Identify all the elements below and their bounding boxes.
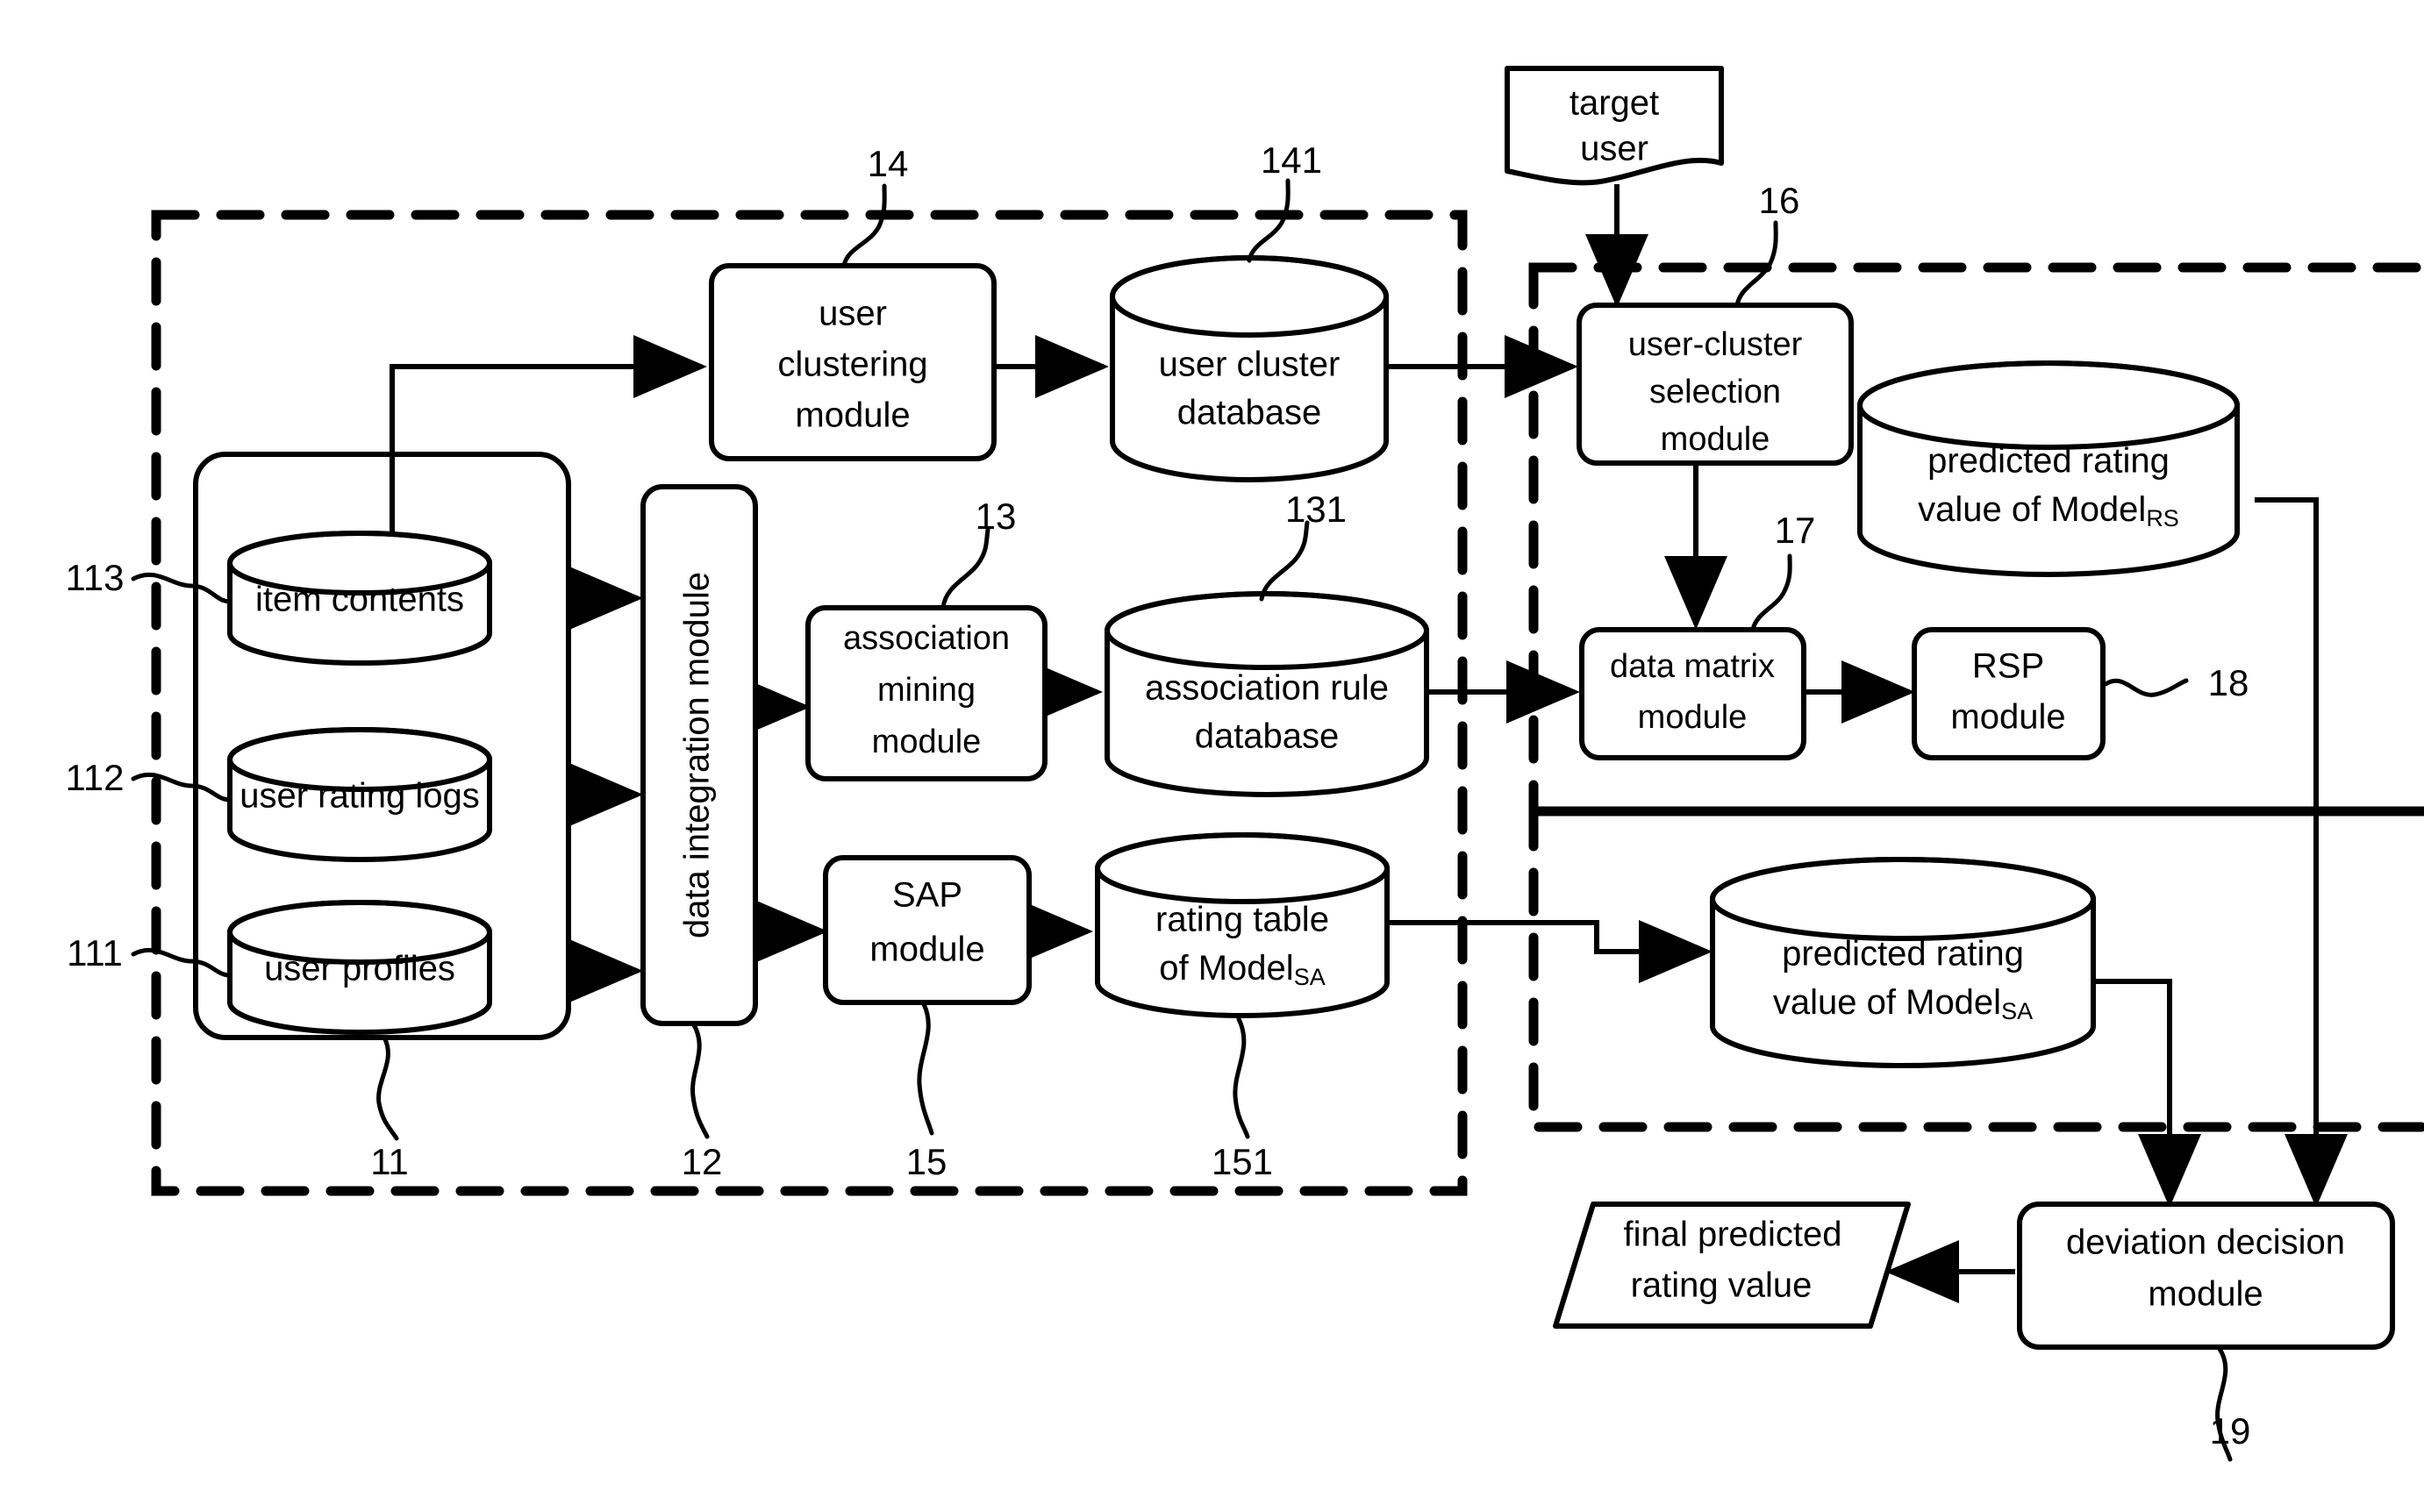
refnum-141: 141 [1261,139,1322,181]
deviation-decision-module-label-line1: deviation decision [2066,1223,2345,1262]
node-user-profiles[interactable]: user profiles [227,900,492,1035]
user-cluster-database-label-line1: user cluster [1159,346,1341,384]
target-user-label-line2: user [1580,130,1648,168]
user-cluster-selection-module-label-line2: selection [1649,374,1781,410]
node-association-mining-module[interactable]: association mining module [805,605,1048,781]
node-user-cluster-selection-module[interactable]: user-cluster selection module [1577,303,1854,466]
refnum-14: 14 [868,143,909,184]
user-clustering-module-label-line1: user [819,295,887,333]
target-user-label-line1: target [1570,84,1659,123]
data-matrix-module-label-line1: data matrix [1610,648,1775,685]
refnum-112: 112 [66,757,125,798]
connector-ratingtable-to-predicted-sa [1386,920,1713,983]
node-rating-table-model-sa[interactable]: rating table of ModelSA [1095,832,1390,1018]
predicted-rating-model-rs-label-line2-pre: value of Model [1918,490,2146,529]
predicted-rating-model-rs-label-line2-sub: RS [2146,505,2179,531]
predicted-rating-model-rs-label-line2: value of ModelRS [1918,490,2179,532]
predicted-rating-model-sa-label-line2: value of ModelSA [1773,983,2033,1025]
connector-predicted-rs-to-deviation [2255,497,2348,1208]
leader-131 [1259,520,1310,602]
sap-module-label-line2: module [869,931,984,969]
predicted-rating-model-sa-label-line2-sub: SA [2001,998,2033,1024]
user-clustering-module-label-line3: module [795,396,910,435]
leader-141 [1247,178,1291,263]
leader-17 [1750,553,1792,632]
data-matrix-module-label-line2: module [1638,699,1748,736]
node-predicted-rating-model-sa[interactable]: predicted rating value of ModelSA [1710,857,2096,1068]
user-cluster-selection-module-label-line1: user-cluster [1628,326,1803,363]
node-rsp-module[interactable]: RSP module [1912,627,2106,760]
user-profiles-label: user profiles [264,950,455,988]
node-association-rule-database[interactable]: association rule database [1105,591,1429,797]
rsp-module-label-line2: module [1950,698,2065,737]
association-rule-database-label-line2: database [1195,717,1340,756]
leader-111 [131,947,232,978]
connector-predicted-sa-to-deviation [2095,979,2201,1208]
user-rating-logs-label: user rating logs [240,777,479,816]
rating-table-model-sa-label-line2-pre: of Model [1159,949,1293,988]
final-predicted-rating-value-label-line1: final predicted [1623,1216,1841,1254]
leader-13 [940,527,990,610]
sap-module-label-line1: SAP [892,876,962,915]
data-integration-module-label: data integration module [678,572,717,938]
leader-11 [376,1035,399,1141]
refnum-13: 13 [976,496,1017,537]
leader-113 [131,572,232,604]
refnum-131: 131 [1285,489,1347,530]
node-user-rating-logs[interactable]: user rating logs [227,727,492,862]
user-cluster-database-label-line2: database [1177,394,1322,432]
node-deviation-decision-module[interactable]: deviation decision module [2017,1202,2395,1350]
refnum-151: 151 [1212,1141,1273,1182]
refnum-17: 17 [1775,510,1816,551]
refnum-18: 18 [2208,662,2249,703]
association-mining-module-label-line3: module [872,724,982,760]
node-data-integration-module[interactable]: data integration module [640,484,758,1026]
refnum-11: 11 [370,1141,409,1182]
leader-14 [841,183,887,268]
user-clustering-module-label-line2: clustering [777,346,927,384]
node-data-matrix-module[interactable]: data matrix module [1579,627,1806,760]
rating-table-model-sa-label-line1: rating table [1155,901,1329,939]
node-user-clustering-module[interactable]: user clustering module [709,263,997,461]
rsp-module-label-line1: RSP [1972,647,2044,686]
item-contents-label: item contents [255,581,464,619]
node-predicted-rating-model-rs[interactable]: predicted rating value of ModelRS [1857,360,2240,577]
deviation-decision-module-label-line2: module [2148,1275,2263,1314]
association-mining-module-label-line1: association [843,620,1010,657]
predicted-rating-model-sa-label-line2-pre: value of Model [1773,983,2001,1022]
node-target-user[interactable]: target user [1505,66,1724,186]
refnum-16: 16 [1759,180,1800,221]
node-sap-module[interactable]: SAP module [823,855,1032,1005]
user-cluster-selection-module-label-line3: module [1661,421,1770,458]
leader-12 [690,1021,710,1139]
leader-18 [2103,678,2189,697]
leader-15 [917,1002,934,1136]
refnum-113: 113 [66,557,125,598]
refnum-15: 15 [906,1141,947,1182]
refnum-12: 12 [682,1141,723,1182]
predicted-rating-model-sa-label-line1: predicted rating [1782,935,2024,974]
node-item-contents[interactable]: item contents [227,531,492,666]
leader-151 [1233,1016,1250,1139]
block-diagram-svg: item contents user rating logs user prof… [66,66,2424,1462]
node-final-predicted-rating-value[interactable]: final predicted rating value [1553,1202,1911,1329]
final-predicted-rating-value-label-line2: rating value [1631,1266,1813,1305]
rating-table-model-sa-label-line2-sub: SA [1294,964,1326,990]
diagram-canvas: item contents user rating logs user prof… [0,0,2424,1512]
predicted-rating-model-rs-label-line1: predicted rating [1927,442,2170,481]
association-rule-database-label-line1: association rule [1145,669,1389,708]
leader-112 [131,772,232,802]
node-user-cluster-database[interactable]: user cluster database [1110,255,1389,482]
refnum-19: 19 [2210,1410,2251,1451]
association-mining-module-label-line2: mining [877,672,976,709]
refnum-111: 111 [67,932,123,974]
